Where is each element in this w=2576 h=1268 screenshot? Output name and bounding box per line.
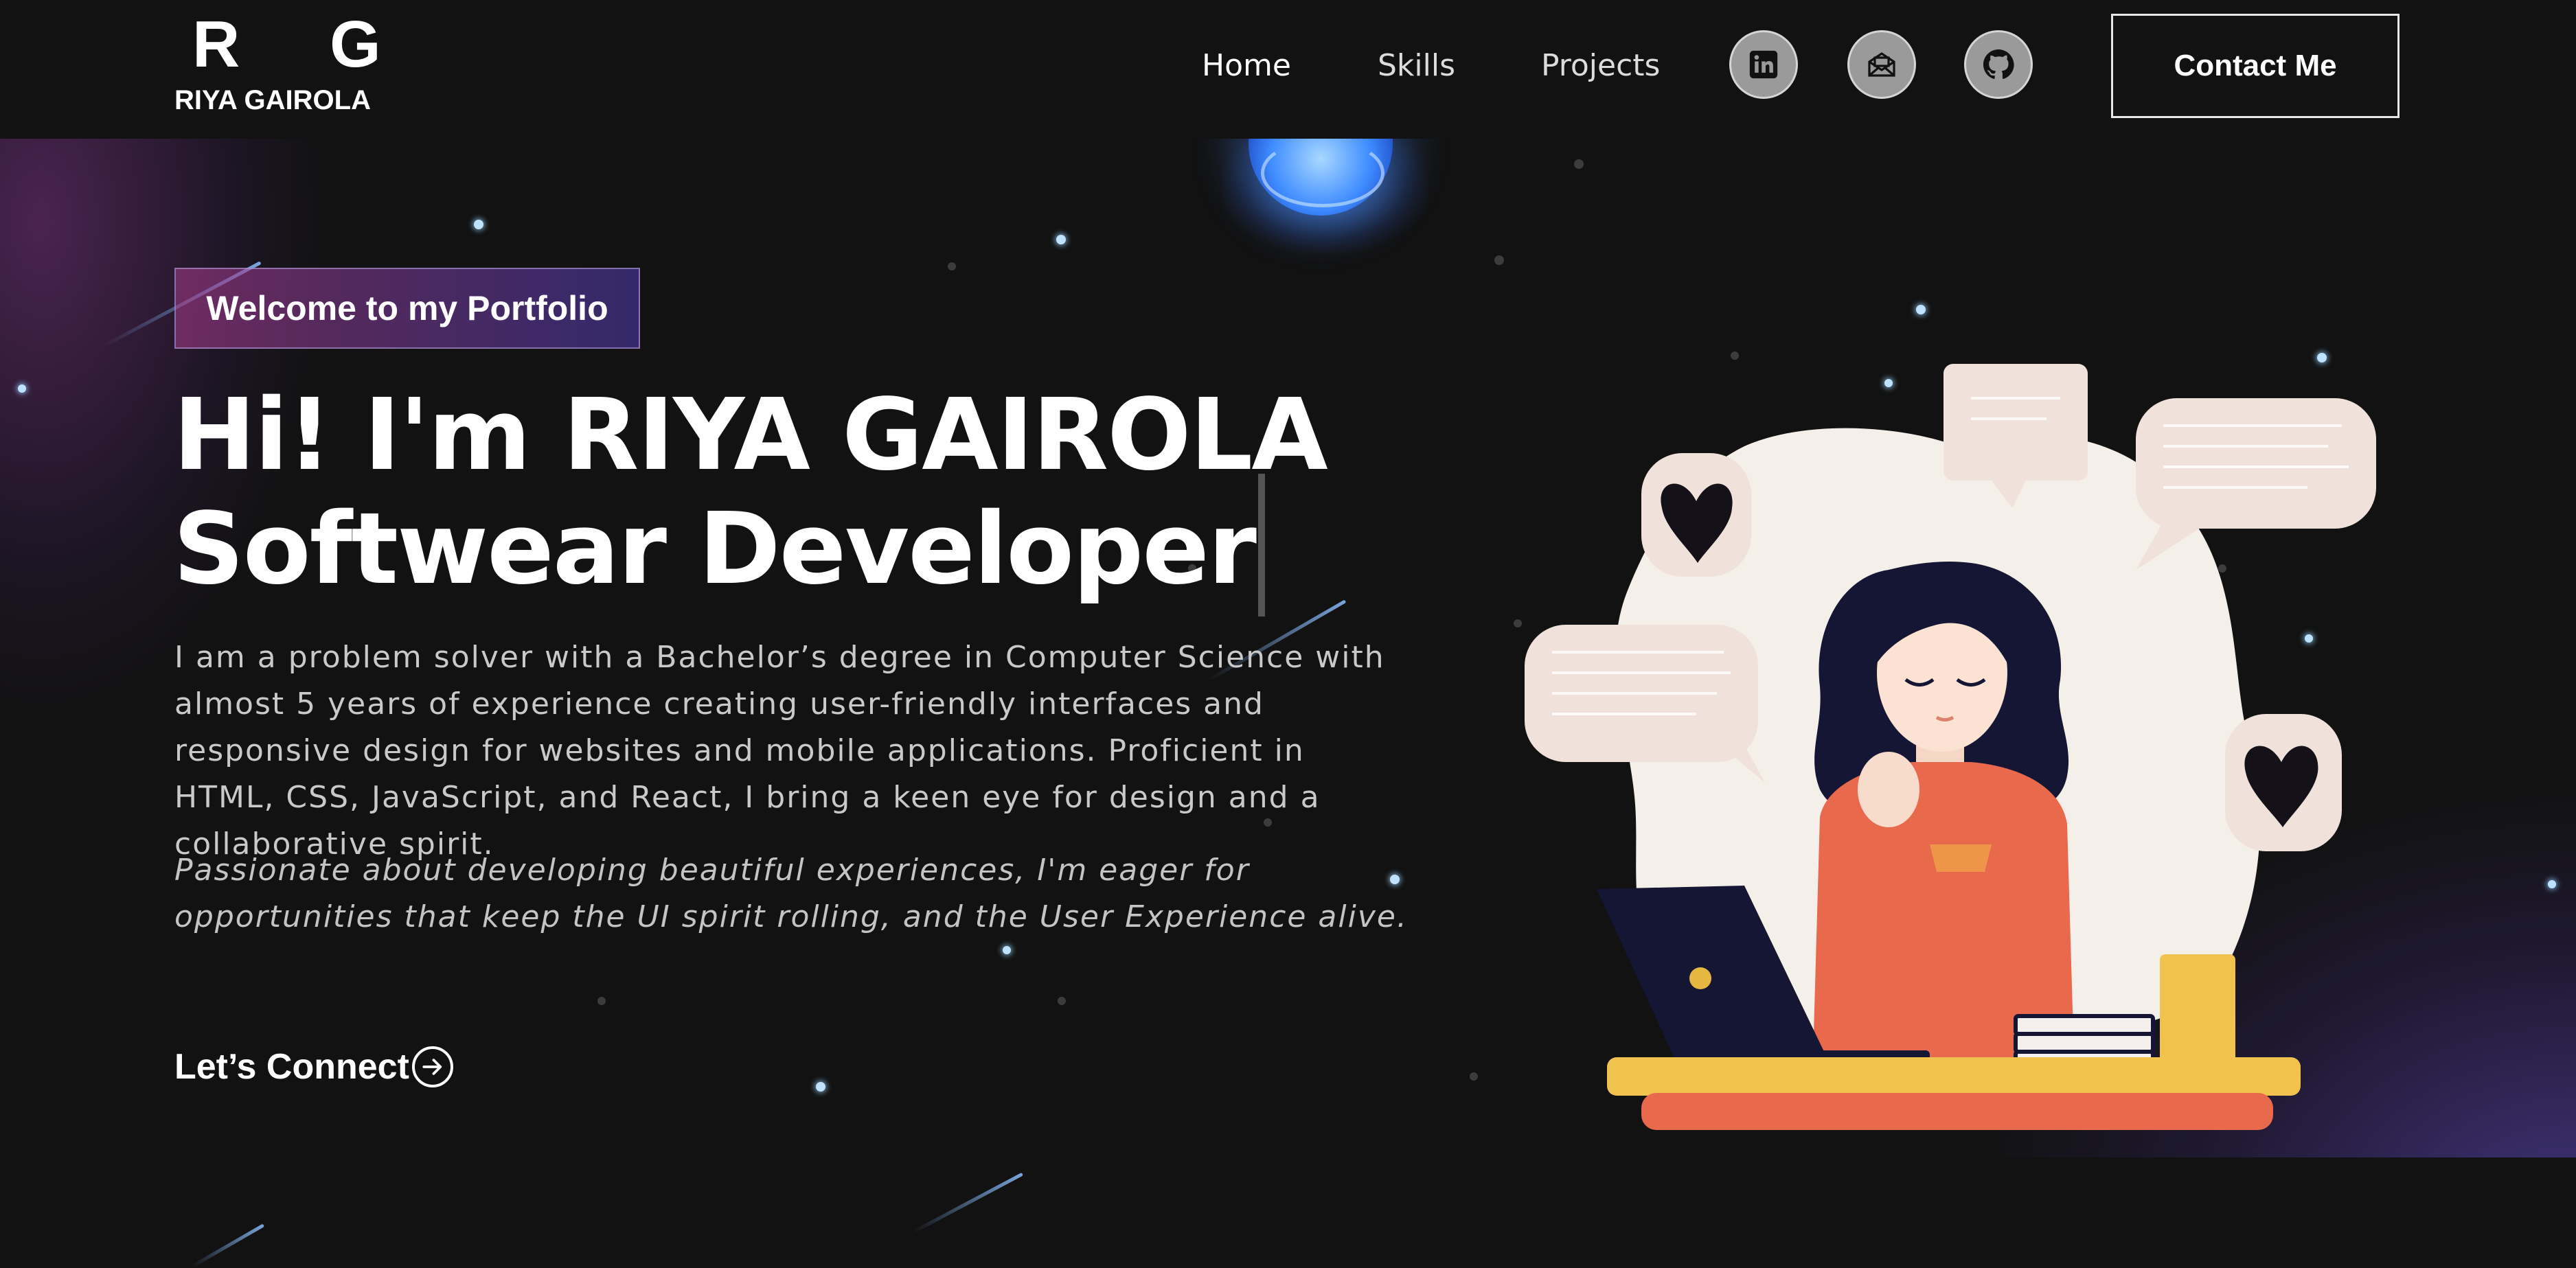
tagline-paragraph: Passionate about developing beautiful ex… xyxy=(174,853,1408,934)
desk-edge xyxy=(1641,1093,2273,1130)
sweater-pattern xyxy=(1930,844,1992,872)
faint-star xyxy=(948,262,956,270)
linkedin-icon xyxy=(1749,50,1778,79)
developer-illustration xyxy=(1525,364,2376,1130)
hero-subheadline: Softwear Developer xyxy=(173,491,1257,606)
mail-button[interactable] xyxy=(1847,30,1916,99)
star xyxy=(816,1082,825,1092)
welcome-badge: Welcome to my Portfolio xyxy=(174,268,640,349)
speech-bubble xyxy=(2136,398,2376,529)
faint-star xyxy=(1470,1072,1478,1081)
hero-headline: Hi! I'm RIYA GAIROLA xyxy=(173,377,1328,492)
laptop-logo xyxy=(1689,967,1711,989)
star xyxy=(18,384,26,393)
nav-link-skills[interactable]: Skills xyxy=(1378,45,1455,87)
logo-name[interactable]: RIYA GAIROLA xyxy=(174,81,371,119)
star xyxy=(2548,880,2556,888)
star xyxy=(1056,235,1066,244)
contact-me-button[interactable]: Contact Me xyxy=(2111,14,2400,118)
linkedin-button[interactable] xyxy=(1729,30,1798,99)
speech-bubble xyxy=(1944,364,2088,481)
lets-connect-button[interactable]: Let’s Connect xyxy=(174,1046,453,1087)
shooting-star xyxy=(191,1223,265,1268)
logo-mark[interactable]: R G xyxy=(192,7,417,82)
arrow-right-circle-icon xyxy=(411,1046,453,1087)
book xyxy=(2014,1032,2155,1054)
faint-star xyxy=(1058,997,1066,1005)
sweater xyxy=(1813,762,2074,1057)
github-button[interactable] xyxy=(1964,30,2033,99)
hand xyxy=(1858,752,1919,827)
shooting-star xyxy=(912,1172,1024,1234)
faint-star xyxy=(1574,159,1584,169)
faint-star xyxy=(597,997,606,1005)
navbar: R G RIYA GAIROLA Home Skills Projects Co… xyxy=(0,0,2576,139)
desk xyxy=(1607,1057,2301,1096)
book xyxy=(2014,1014,2155,1036)
star xyxy=(474,220,483,229)
star xyxy=(1003,946,1011,954)
mug xyxy=(2160,954,2235,1064)
star xyxy=(1916,305,1926,314)
faint-star xyxy=(1494,255,1504,265)
nav-link-home[interactable]: Home xyxy=(1202,45,1291,87)
github-icon xyxy=(1983,49,2014,79)
intro-paragraph: I am a problem solver with a Bachelor’s … xyxy=(174,640,1385,862)
nav-link-projects[interactable]: Projects xyxy=(1541,45,1660,87)
lets-connect-label: Let’s Connect xyxy=(174,1047,409,1087)
mail-icon xyxy=(1868,52,1895,77)
typing-cursor xyxy=(1258,474,1265,616)
